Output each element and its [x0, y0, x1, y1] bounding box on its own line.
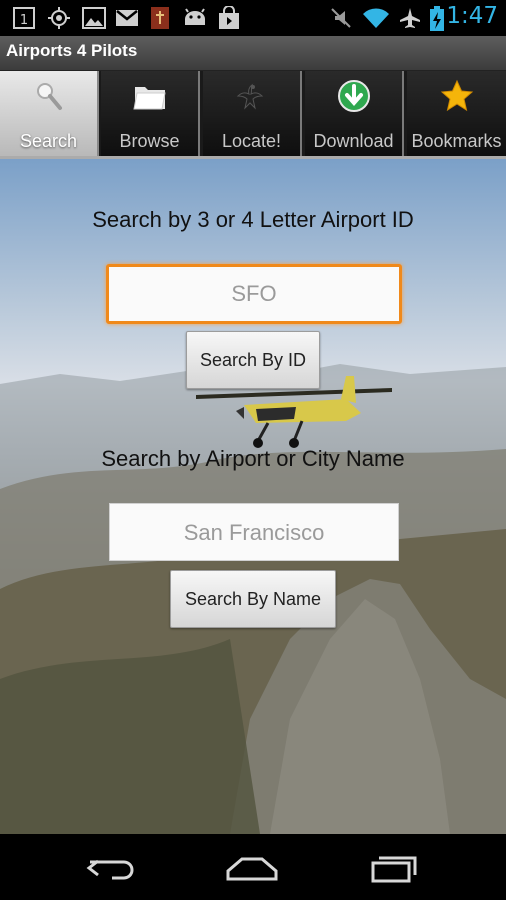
notification-count-icon: 1 [12, 6, 36, 30]
android-icon [182, 6, 206, 30]
home-icon[interactable] [222, 848, 282, 888]
tab-label-search: Search [19, 131, 78, 151]
gmail-icon [115, 6, 139, 30]
navigation-bar [0, 834, 506, 900]
back-icon[interactable] [82, 848, 142, 888]
airport-id-input[interactable]: SFO [106, 264, 402, 324]
wifi-icon [361, 6, 391, 30]
eagle-icon [203, 79, 300, 113]
tab-download[interactable]: Download [305, 71, 404, 157]
tab-label-bookmarks: Bookmarks [411, 131, 502, 151]
star-icon [407, 79, 506, 113]
search-by-name-button[interactable]: Search By Name [170, 570, 336, 628]
shopping-bag-icon [217, 5, 241, 30]
clock: 1:47 [446, 3, 498, 29]
recent-apps-icon[interactable] [363, 848, 423, 888]
battery-charging-icon [429, 6, 445, 31]
mute-icon [329, 6, 353, 30]
tab-bar: Search Browse Locate! Download Bookmarks [0, 71, 506, 159]
bible-icon [148, 6, 172, 30]
airplane-mode-icon [398, 6, 422, 30]
phone-screen: 1 1:47 Airports 4 Pilots Search Browse L… [0, 0, 506, 900]
folder-icon [101, 79, 198, 113]
tab-browse[interactable]: Browse [101, 71, 200, 157]
tab-search[interactable]: Search [0, 71, 99, 157]
search-by-id-heading: Search by 3 or 4 Letter Airport ID [92, 207, 414, 232]
download-arrow-icon [305, 79, 402, 113]
svg-text:1: 1 [20, 13, 28, 28]
search-panel: Search by 3 or 4 Letter Airport ID SFO S… [0, 159, 506, 834]
magnifier-icon [0, 79, 97, 113]
status-bar: 1 1:47 [0, 0, 506, 36]
app-title: Airports 4 Pilots [6, 41, 138, 60]
tab-bookmarks[interactable]: Bookmarks [407, 71, 506, 157]
airport-name-input[interactable]: San Francisco [109, 503, 399, 561]
tab-locate[interactable]: Locate! [203, 71, 302, 157]
mountain-background-image [0, 364, 506, 834]
gps-icon [47, 6, 71, 30]
title-bar: Airports 4 Pilots [0, 36, 506, 71]
image-icon [82, 6, 106, 30]
tab-label-locate: Locate! [221, 131, 282, 151]
tab-label-browse: Browse [119, 131, 180, 151]
tab-label-download: Download [313, 131, 394, 151]
search-by-name-heading: Search by Airport or City Name [101, 446, 405, 471]
